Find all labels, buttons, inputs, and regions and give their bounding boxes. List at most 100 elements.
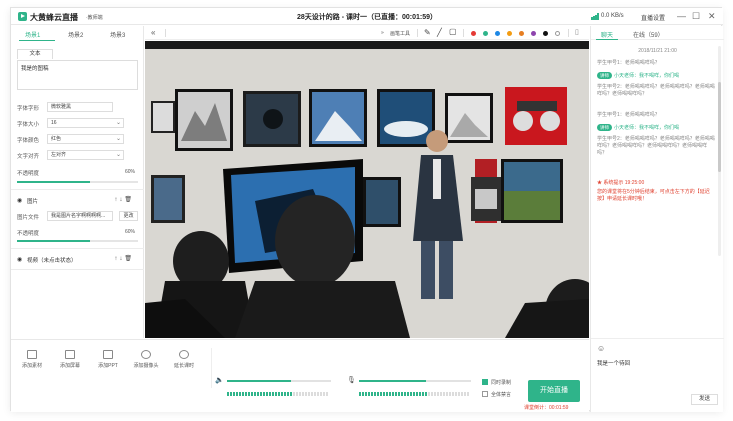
chat-scrollbar[interactable] (718, 46, 721, 256)
meter-segment (272, 392, 274, 396)
mic-level-meter (359, 392, 471, 396)
chat-input[interactable]: 我是一个待回 (597, 359, 630, 367)
maximize-button[interactable]: ☐ (692, 11, 700, 21)
add-screen-icon (65, 350, 75, 359)
teacher-badge: 讲师 (597, 72, 612, 79)
drawing-toolbar: « » 画笔工具 ✎ ╱ ▢ ▯ (145, 26, 589, 40)
mute-all-checkbox[interactable] (482, 391, 488, 397)
meter-segment (452, 392, 454, 396)
meter-segment (320, 392, 322, 396)
expand-icon[interactable]: » (381, 30, 384, 36)
chat-message-text: 小天老师：我不喝咩，你们喝 (614, 125, 680, 131)
color-orange[interactable] (519, 31, 524, 36)
text-opacity-slider[interactable] (17, 181, 138, 183)
chat-message: 学生甲号1：老师喝喝咩吗？ (597, 112, 660, 118)
meter-segment (455, 392, 457, 396)
color-blue[interactable] (495, 31, 500, 36)
meter-segment (386, 392, 388, 396)
extend-time-icon (179, 350, 189, 359)
chat-message-teacher: 讲师 小天老师：我不喝咩，你们喝 (597, 72, 715, 80)
mic-meter-bars (359, 392, 469, 396)
meter-segment (275, 392, 277, 396)
bottom-control-bar: 添加素材 添加屏幕 添加PPT 添加摄像头 延长课时 🔈 🎙 同时录制 全体禁言… (11, 339, 589, 412)
image-layer-header: ◉ 图片 ↑↓🗑 (17, 196, 138, 206)
add-ppt-button[interactable]: 添加PPT (93, 350, 123, 369)
meter-segment (464, 392, 466, 396)
text-content-input[interactable]: 我是的图稿 (17, 60, 138, 90)
image-opacity-slider[interactable] (17, 240, 138, 242)
scene-tabs: 场景1 场景2 场景3 (11, 26, 144, 42)
meter-segment (296, 392, 298, 396)
layer-controls[interactable]: ↑↓🗑 (114, 196, 134, 203)
font-family-field[interactable]: 微软雅黑 (47, 102, 113, 112)
meter-segment (389, 392, 391, 396)
color-white[interactable] (555, 31, 560, 36)
add-screen-button[interactable]: 添加屏幕 (55, 350, 85, 369)
meter-segment (290, 392, 292, 396)
tab-chat[interactable]: 聊天 (601, 30, 613, 39)
meter-segment (467, 392, 469, 396)
network-speed: 0.0 KB/s (601, 13, 624, 19)
add-ppt-label: 添加PPT (98, 363, 118, 369)
meter-segment (260, 392, 262, 396)
live-preview[interactable] (145, 41, 589, 338)
text-opacity-value: 60% (124, 169, 135, 175)
add-material-button[interactable]: 添加素材 (17, 350, 47, 369)
tab-scene-2[interactable]: 场景2 (68, 30, 83, 39)
close-button[interactable]: ✕ (708, 11, 716, 21)
emoji-icon[interactable]: ☺ (597, 344, 605, 353)
line-icon[interactable]: ╱ (437, 28, 442, 37)
speaker-icon[interactable]: 🔈 (215, 376, 224, 384)
meter-segment (317, 392, 319, 396)
eye-icon[interactable]: ◉ (17, 197, 22, 204)
font-size-select[interactable]: 16 ⌄ (47, 118, 124, 128)
pen-icon[interactable]: ✎ (424, 28, 431, 37)
image-file-field[interactable]: 我是图片名字啊啊啊啊... (47, 211, 113, 221)
meter-segment (281, 392, 283, 396)
meter-segment (299, 392, 301, 396)
meter-segment (251, 392, 253, 396)
meter-segment (263, 392, 265, 396)
meter-segment (305, 392, 307, 396)
color-black[interactable] (543, 31, 548, 36)
color-purple[interactable] (531, 31, 536, 36)
class-countdown: 课堂倒计：00:01:59 (524, 405, 569, 411)
live-settings-link[interactable]: 直播设置 (641, 13, 665, 22)
meter-segment (242, 392, 244, 396)
eye-icon[interactable]: ◉ (17, 256, 22, 263)
start-live-button[interactable]: 开始直播 (528, 380, 580, 402)
record-checkbox[interactable] (482, 379, 488, 385)
tab-scene-1[interactable]: 场景1 (25, 30, 40, 39)
meter-segment (407, 392, 409, 396)
tab-scene-3[interactable]: 场景3 (110, 30, 125, 39)
speaker-volume-slider[interactable] (227, 380, 331, 382)
text-subtab[interactable]: 文本 (17, 49, 53, 59)
meter-segment (443, 392, 445, 396)
rectangle-icon[interactable]: ▢ (449, 27, 457, 36)
text-align-select[interactable]: 左对齐 ⌄ (47, 150, 124, 160)
title-bar: 大黄蜂云直播 ·教师端 28天设计的路 - 课时一（已直播：00:01:59） … (11, 8, 723, 25)
add-camera-button[interactable]: 添加摄像头 (131, 350, 161, 369)
change-image-button[interactable]: 更改 (119, 211, 138, 221)
collapse-left-icon[interactable]: « (151, 28, 155, 37)
send-button[interactable]: 发送 (691, 394, 718, 405)
meter-segment (302, 392, 304, 396)
layer-controls[interactable]: ↑↓🗑 (114, 255, 134, 262)
extend-time-button[interactable]: 延长课时 (169, 350, 199, 369)
tab-online[interactable]: 在线（59） (633, 30, 664, 39)
microphone-icon[interactable]: 🎙 (347, 376, 356, 384)
clear-icon[interactable]: ▯ (575, 28, 579, 36)
scrollbar-thumb[interactable] (718, 82, 721, 172)
minimize-button[interactable]: — (677, 11, 686, 21)
meter-segment (410, 392, 412, 396)
color-yellow[interactable] (507, 31, 512, 36)
color-red[interactable] (471, 31, 476, 36)
color-green[interactable] (483, 31, 488, 36)
image-file-label: 图片文件 (17, 215, 40, 221)
meter-segment (434, 392, 436, 396)
meter-segment (269, 392, 271, 396)
mic-volume-slider[interactable] (359, 380, 471, 382)
text-align-value: 左对齐 (51, 152, 67, 158)
font-color-select[interactable]: 红色 ⌄ (47, 134, 124, 144)
draw-tools-label[interactable]: 画笔工具 (390, 30, 410, 37)
